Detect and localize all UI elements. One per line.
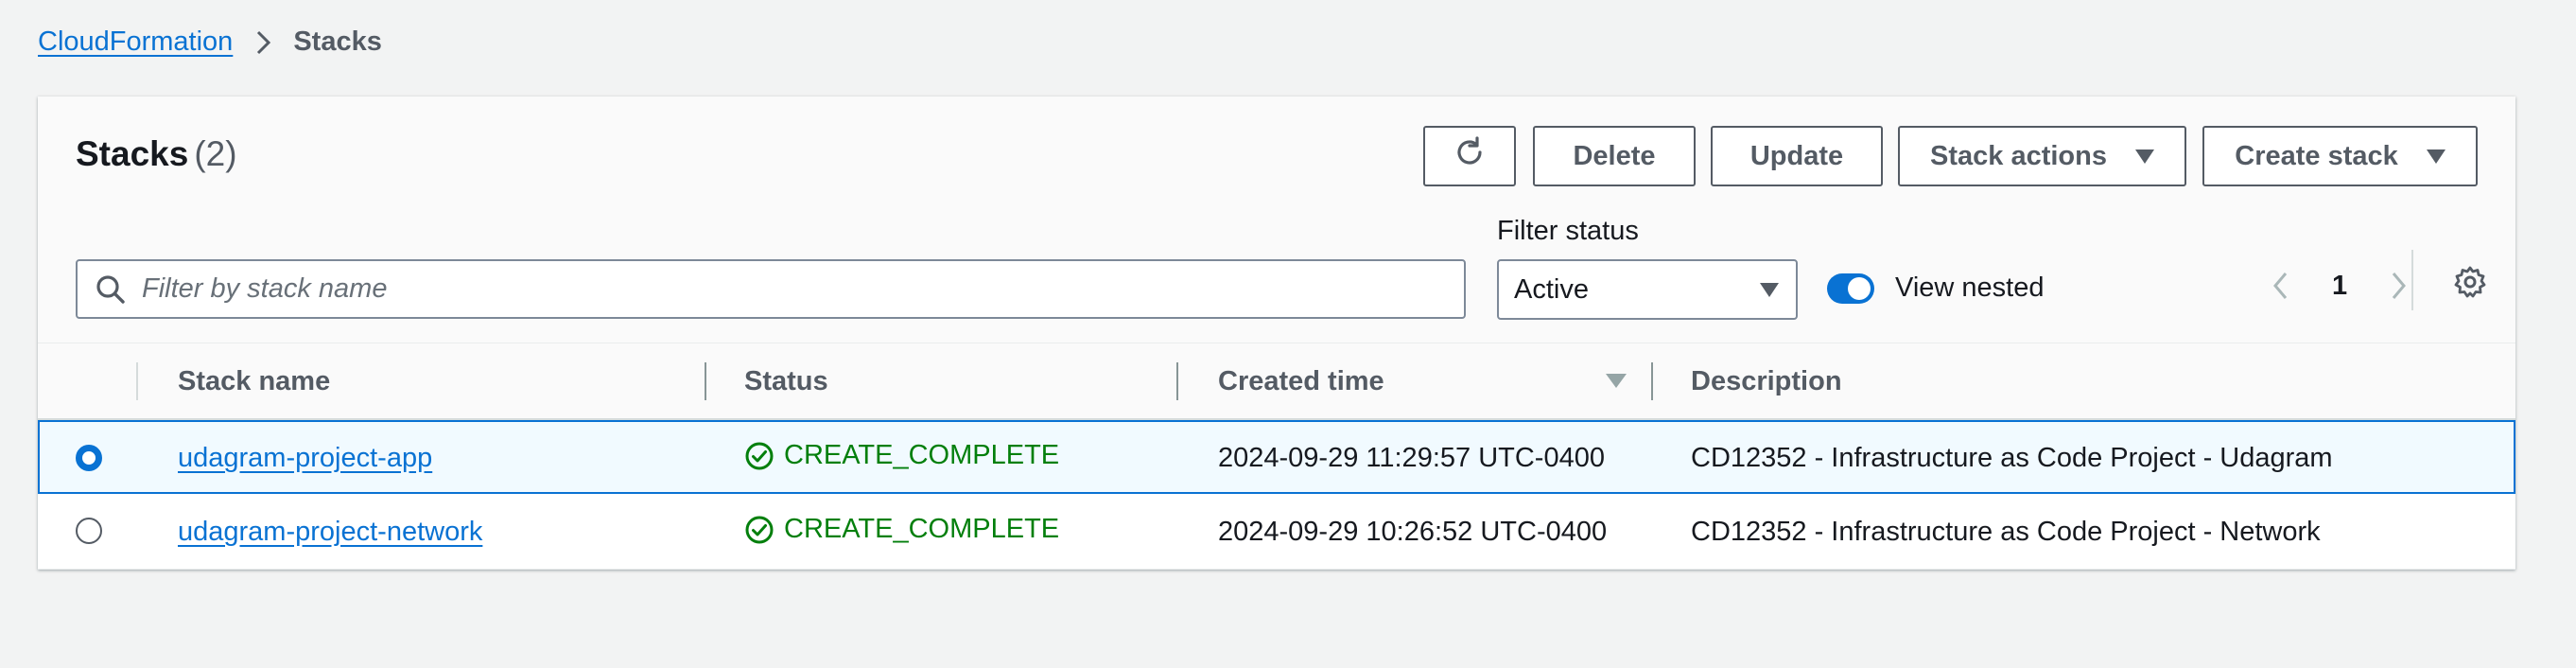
delete-button-label: Delete <box>1573 140 1656 171</box>
update-button[interactable]: Update <box>1711 126 1883 186</box>
view-nested-toggle-group: View nested <box>1827 272 2044 304</box>
pagination: 1 <box>2262 257 2417 314</box>
caret-down-icon <box>1760 282 1779 297</box>
create-stack-label: Create stack <box>2235 140 2398 171</box>
page-number[interactable]: 1 <box>2332 271 2347 302</box>
refresh-button[interactable] <box>1423 126 1516 186</box>
status-text: CREATE_COMPLETE <box>784 514 1060 544</box>
refresh-icon <box>1453 135 1487 177</box>
caret-down-icon <box>2426 149 2445 164</box>
stack-actions-label: Stack actions <box>1930 140 2107 171</box>
stack-count: (2) <box>194 134 237 173</box>
stacks-panel: Stacks (2) Delete Update Stack actions Cr… <box>38 97 2515 570</box>
success-check-icon <box>744 441 775 471</box>
chevron-right-icon <box>255 29 272 56</box>
caret-down-icon <box>2134 149 2154 164</box>
column-header-description[interactable]: Description <box>1691 366 1842 397</box>
column-resizer[interactable] <box>1651 362 1653 400</box>
column-divider <box>136 362 138 400</box>
sort-descending-icon[interactable] <box>1606 374 1627 388</box>
row-select-radio[interactable] <box>76 518 102 544</box>
breadcrumb-current: Stacks <box>293 26 382 57</box>
delete-button[interactable]: Delete <box>1533 126 1696 186</box>
description: CD12352 - Infrastructure as Code Project… <box>1691 443 2333 473</box>
filter-status-value: Active <box>1514 273 1589 305</box>
stack-actions-button[interactable]: Stack actions <box>1898 126 2186 186</box>
column-resizer[interactable] <box>1176 362 1178 400</box>
breadcrumb-cloudformation-link[interactable]: CloudFormation <box>38 26 233 58</box>
status-text: CREATE_COMPLETE <box>784 440 1060 470</box>
column-header-status[interactable]: Status <box>744 366 828 397</box>
stack-search-field[interactable] <box>76 259 1466 319</box>
column-resizer[interactable] <box>705 362 706 400</box>
breadcrumb: CloudFormation Stacks <box>38 26 382 58</box>
column-header-created-time[interactable]: Created time <box>1218 366 1384 397</box>
filter-status-select[interactable]: Active <box>1497 259 1798 320</box>
search-input[interactable] <box>142 273 1419 305</box>
create-stack-button[interactable]: Create stack <box>2202 126 2478 186</box>
stack-name-link[interactable]: udagram-project-app <box>178 443 432 474</box>
view-nested-label: View nested <box>1895 272 2045 303</box>
page-title: Stacks (2) <box>76 134 237 174</box>
table-row[interactable]: udagram-project-app CREATE_COMPLETE 2024… <box>38 420 2515 494</box>
stack-name-link[interactable]: udagram-project-network <box>178 517 482 548</box>
search-icon <box>93 272 129 308</box>
table-row[interactable]: udagram-project-network CREATE_COMPLETE … <box>38 494 2515 570</box>
filter-status-label: Filter status <box>1497 216 1639 246</box>
previous-page-icon[interactable] <box>2262 267 2300 305</box>
column-header-stack-name[interactable]: Stack name <box>178 366 330 397</box>
table-header: Stack name Status Created time Descripti… <box>38 343 2515 420</box>
created-time: 2024-09-29 10:26:52 UTC-0400 <box>1218 517 1608 547</box>
view-nested-toggle[interactable] <box>1827 272 1874 304</box>
pager-divider <box>2411 250 2413 310</box>
description: CD12352 - Infrastructure as Code Project… <box>1691 517 2321 547</box>
stacks-table: Stack name Status Created time Descripti… <box>38 343 2515 570</box>
page-title-text: Stacks <box>76 134 189 173</box>
status-badge: CREATE_COMPLETE <box>744 514 1059 545</box>
row-select-radio[interactable] <box>76 445 102 471</box>
gear-icon[interactable] <box>2451 263 2489 301</box>
update-button-label: Update <box>1749 140 1844 171</box>
success-check-icon <box>744 515 775 545</box>
created-time: 2024-09-29 11:29:57 UTC-0400 <box>1218 443 1605 473</box>
status-badge: CREATE_COMPLETE <box>744 440 1059 471</box>
